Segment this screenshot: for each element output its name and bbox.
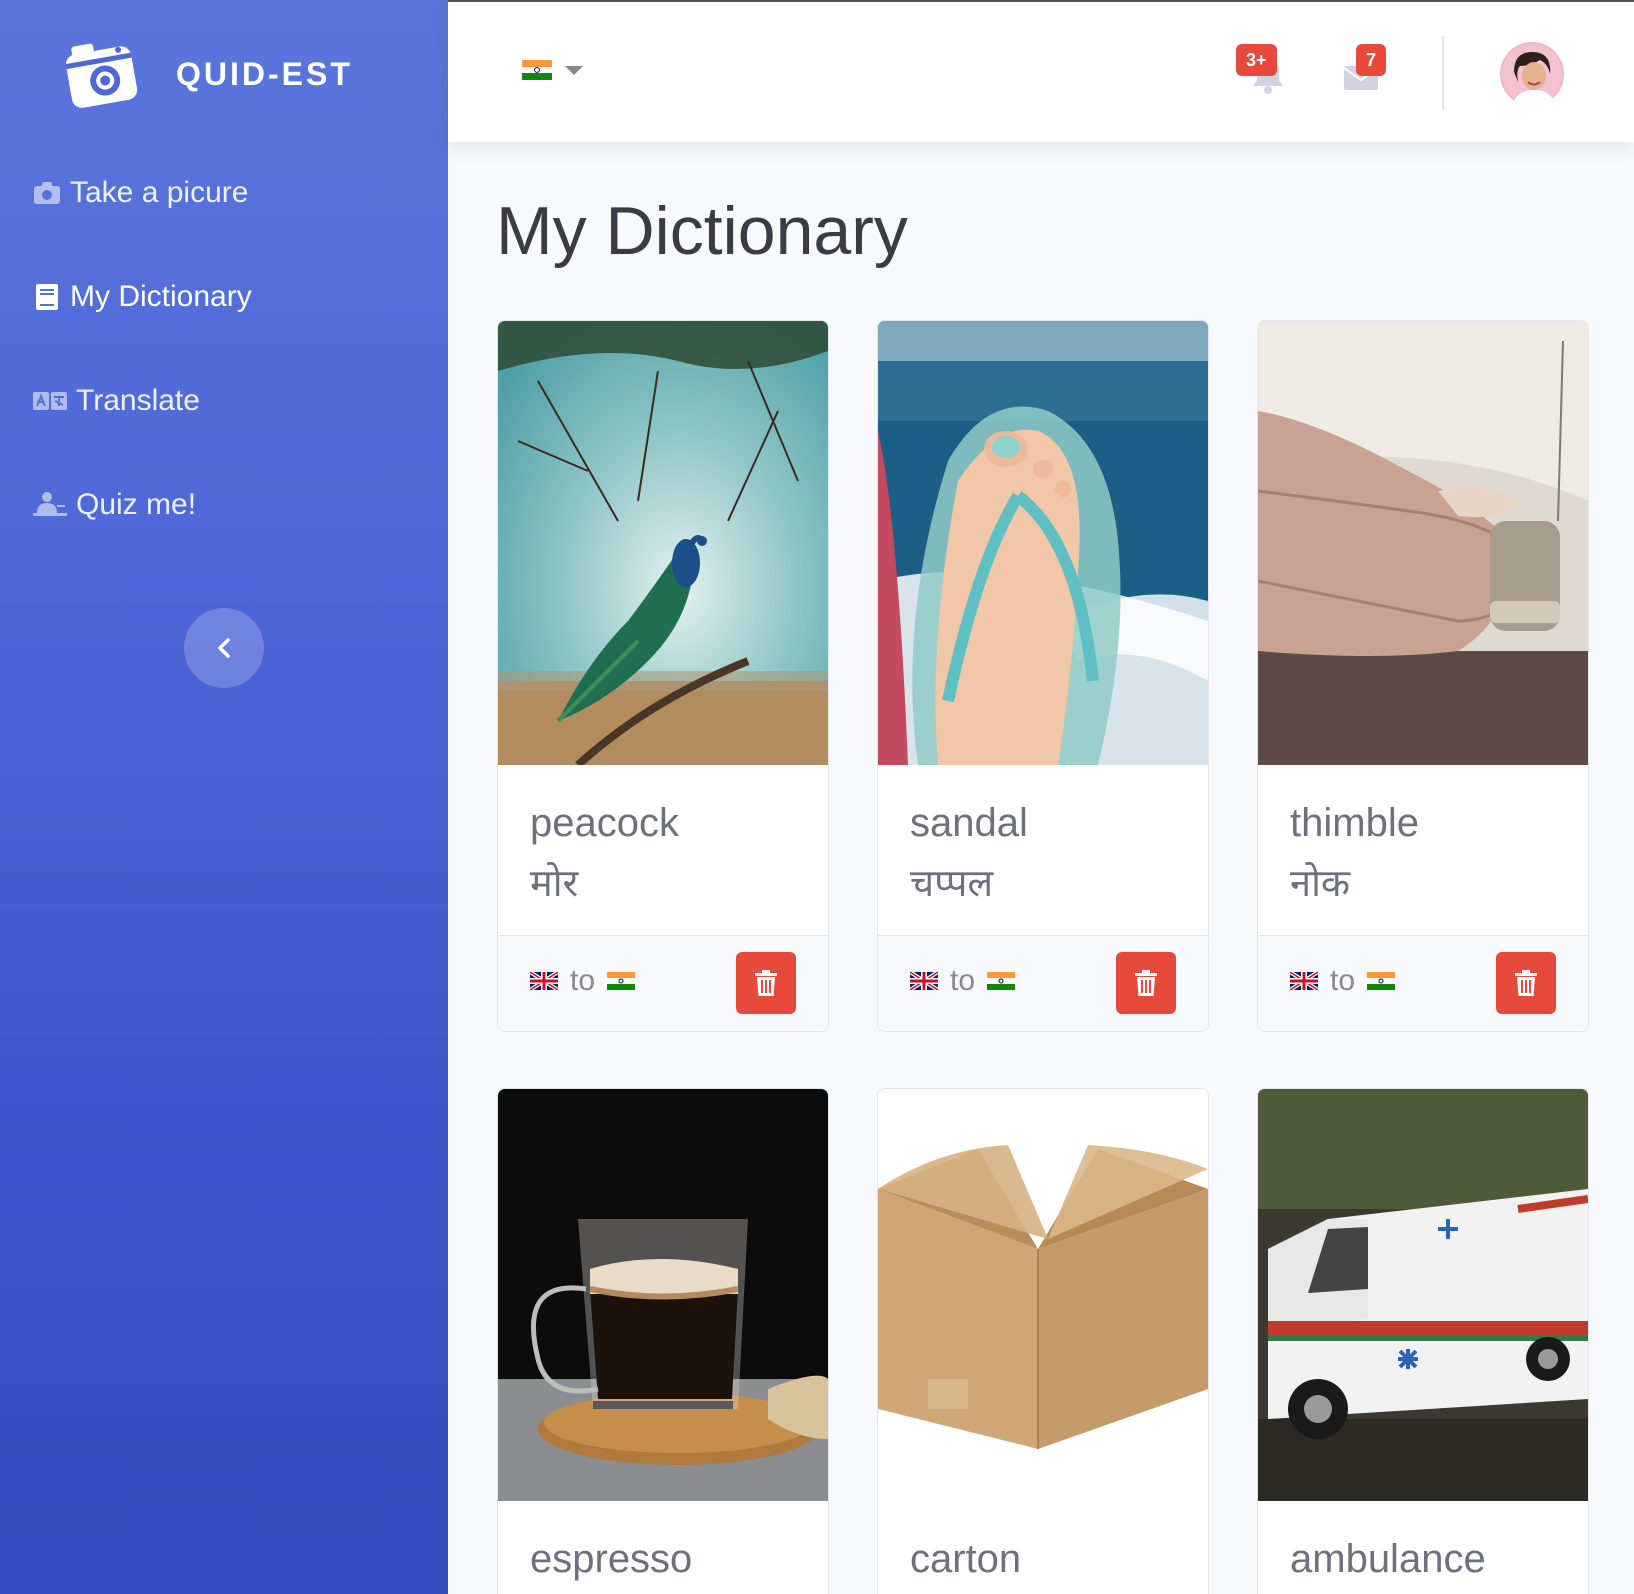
to-label: to — [570, 964, 596, 997]
sidebar-item-quiz[interactable]: Quiz me! — [32, 488, 196, 522]
alerts-button[interactable]: 3+ — [1236, 44, 1296, 98]
india-flag-icon — [1367, 972, 1396, 990]
sidebar-toggle-button[interactable] — [184, 608, 264, 688]
india-flag-icon — [987, 972, 1016, 990]
to-label: to — [950, 964, 976, 997]
brand[interactable]: QUID-EST — [64, 34, 353, 114]
trash-icon — [1135, 970, 1157, 996]
sidebar-item-label: My Dictionary — [70, 280, 252, 313]
language-pair: to — [910, 964, 1016, 998]
messages-button[interactable]: 7 — [1338, 44, 1398, 98]
topbar-divider — [1442, 36, 1444, 110]
user-avatar-image — [1500, 42, 1564, 106]
sidebar-item-label: Take a picure — [70, 176, 249, 209]
trash-icon — [755, 970, 777, 996]
translation: चप्पल — [910, 861, 994, 905]
sidebar-item-label: Translate — [76, 384, 200, 417]
thimble-photo — [1258, 321, 1588, 765]
card-body: thimble नोक — [1258, 765, 1588, 935]
dictionary-card: ambulance — [1257, 1088, 1589, 1594]
word: espresso — [530, 1537, 693, 1581]
sidebar: QUID-EST Take a picure My Dictionary Tra… — [0, 0, 448, 1594]
peacock-photo — [498, 321, 828, 765]
sidebar-item-translate[interactable]: Translate — [32, 384, 200, 418]
word: thimble — [1290, 801, 1419, 845]
trash-icon — [1515, 970, 1537, 996]
brand-name: QUID-EST — [176, 55, 353, 92]
card-footer: to — [1258, 935, 1588, 1031]
delete-button[interactable] — [1116, 952, 1176, 1014]
carton-photo — [878, 1089, 1208, 1501]
to-label: to — [1330, 964, 1356, 997]
card-body: carton — [878, 1501, 1208, 1594]
language-pair: to — [530, 964, 636, 998]
sidebar-item-label: Quiz me! — [76, 488, 197, 521]
ambulance-photo — [1258, 1089, 1588, 1501]
card-footer: to — [498, 935, 828, 1031]
sandal-photo — [878, 321, 1208, 765]
user-avatar[interactable] — [1500, 42, 1564, 106]
uk-flag-icon — [1290, 972, 1318, 990]
language-pair: to — [1290, 964, 1396, 998]
card-body: peacock मोर — [498, 765, 828, 935]
alerts-badge: 3+ — [1236, 44, 1277, 76]
dictionary-card: espresso — [497, 1088, 829, 1594]
word: carton — [910, 1537, 1022, 1581]
india-flag-icon — [522, 60, 552, 80]
translation: मोर — [530, 861, 579, 905]
caret-down-icon — [565, 66, 583, 75]
india-flag-icon — [607, 972, 636, 990]
camera-logo-icon — [65, 43, 138, 108]
translation: नोक — [1290, 861, 1351, 905]
dictionary-card: sandal चप्पल to — [877, 320, 1209, 1032]
language-icon — [32, 386, 68, 416]
espresso-photo — [498, 1089, 828, 1501]
sidebar-item-my-dictionary[interactable]: My Dictionary — [32, 280, 252, 314]
chevron-left-icon — [218, 638, 230, 658]
page-title: My Dictionary — [496, 193, 908, 269]
language-dropdown[interactable] — [522, 60, 584, 80]
card-footer: to — [878, 935, 1208, 1031]
topbar: 3+ 7 — [448, 0, 1634, 142]
sidebar-item-take-picture[interactable]: Take a picure — [32, 176, 248, 210]
word: ambulance — [1290, 1537, 1486, 1581]
card-body: ambulance — [1258, 1501, 1588, 1594]
uk-flag-icon — [910, 972, 938, 990]
camera-icon — [32, 178, 62, 208]
delete-button[interactable] — [1496, 952, 1556, 1014]
delete-button[interactable] — [736, 952, 796, 1014]
messages-badge: 7 — [1356, 44, 1387, 76]
dictionary-card: carton — [877, 1088, 1209, 1594]
card-body: sandal चप्पल — [878, 765, 1208, 935]
book-icon — [32, 282, 62, 312]
card-body: espresso — [498, 1501, 828, 1594]
uk-flag-icon — [530, 972, 558, 990]
chalkboard-teacher-icon — [32, 490, 68, 520]
word: sandal — [910, 801, 1028, 845]
word: peacock — [530, 801, 679, 845]
dictionary-card: thimble नोक to — [1257, 320, 1589, 1032]
dictionary-card: peacock मोर to — [497, 320, 829, 1032]
